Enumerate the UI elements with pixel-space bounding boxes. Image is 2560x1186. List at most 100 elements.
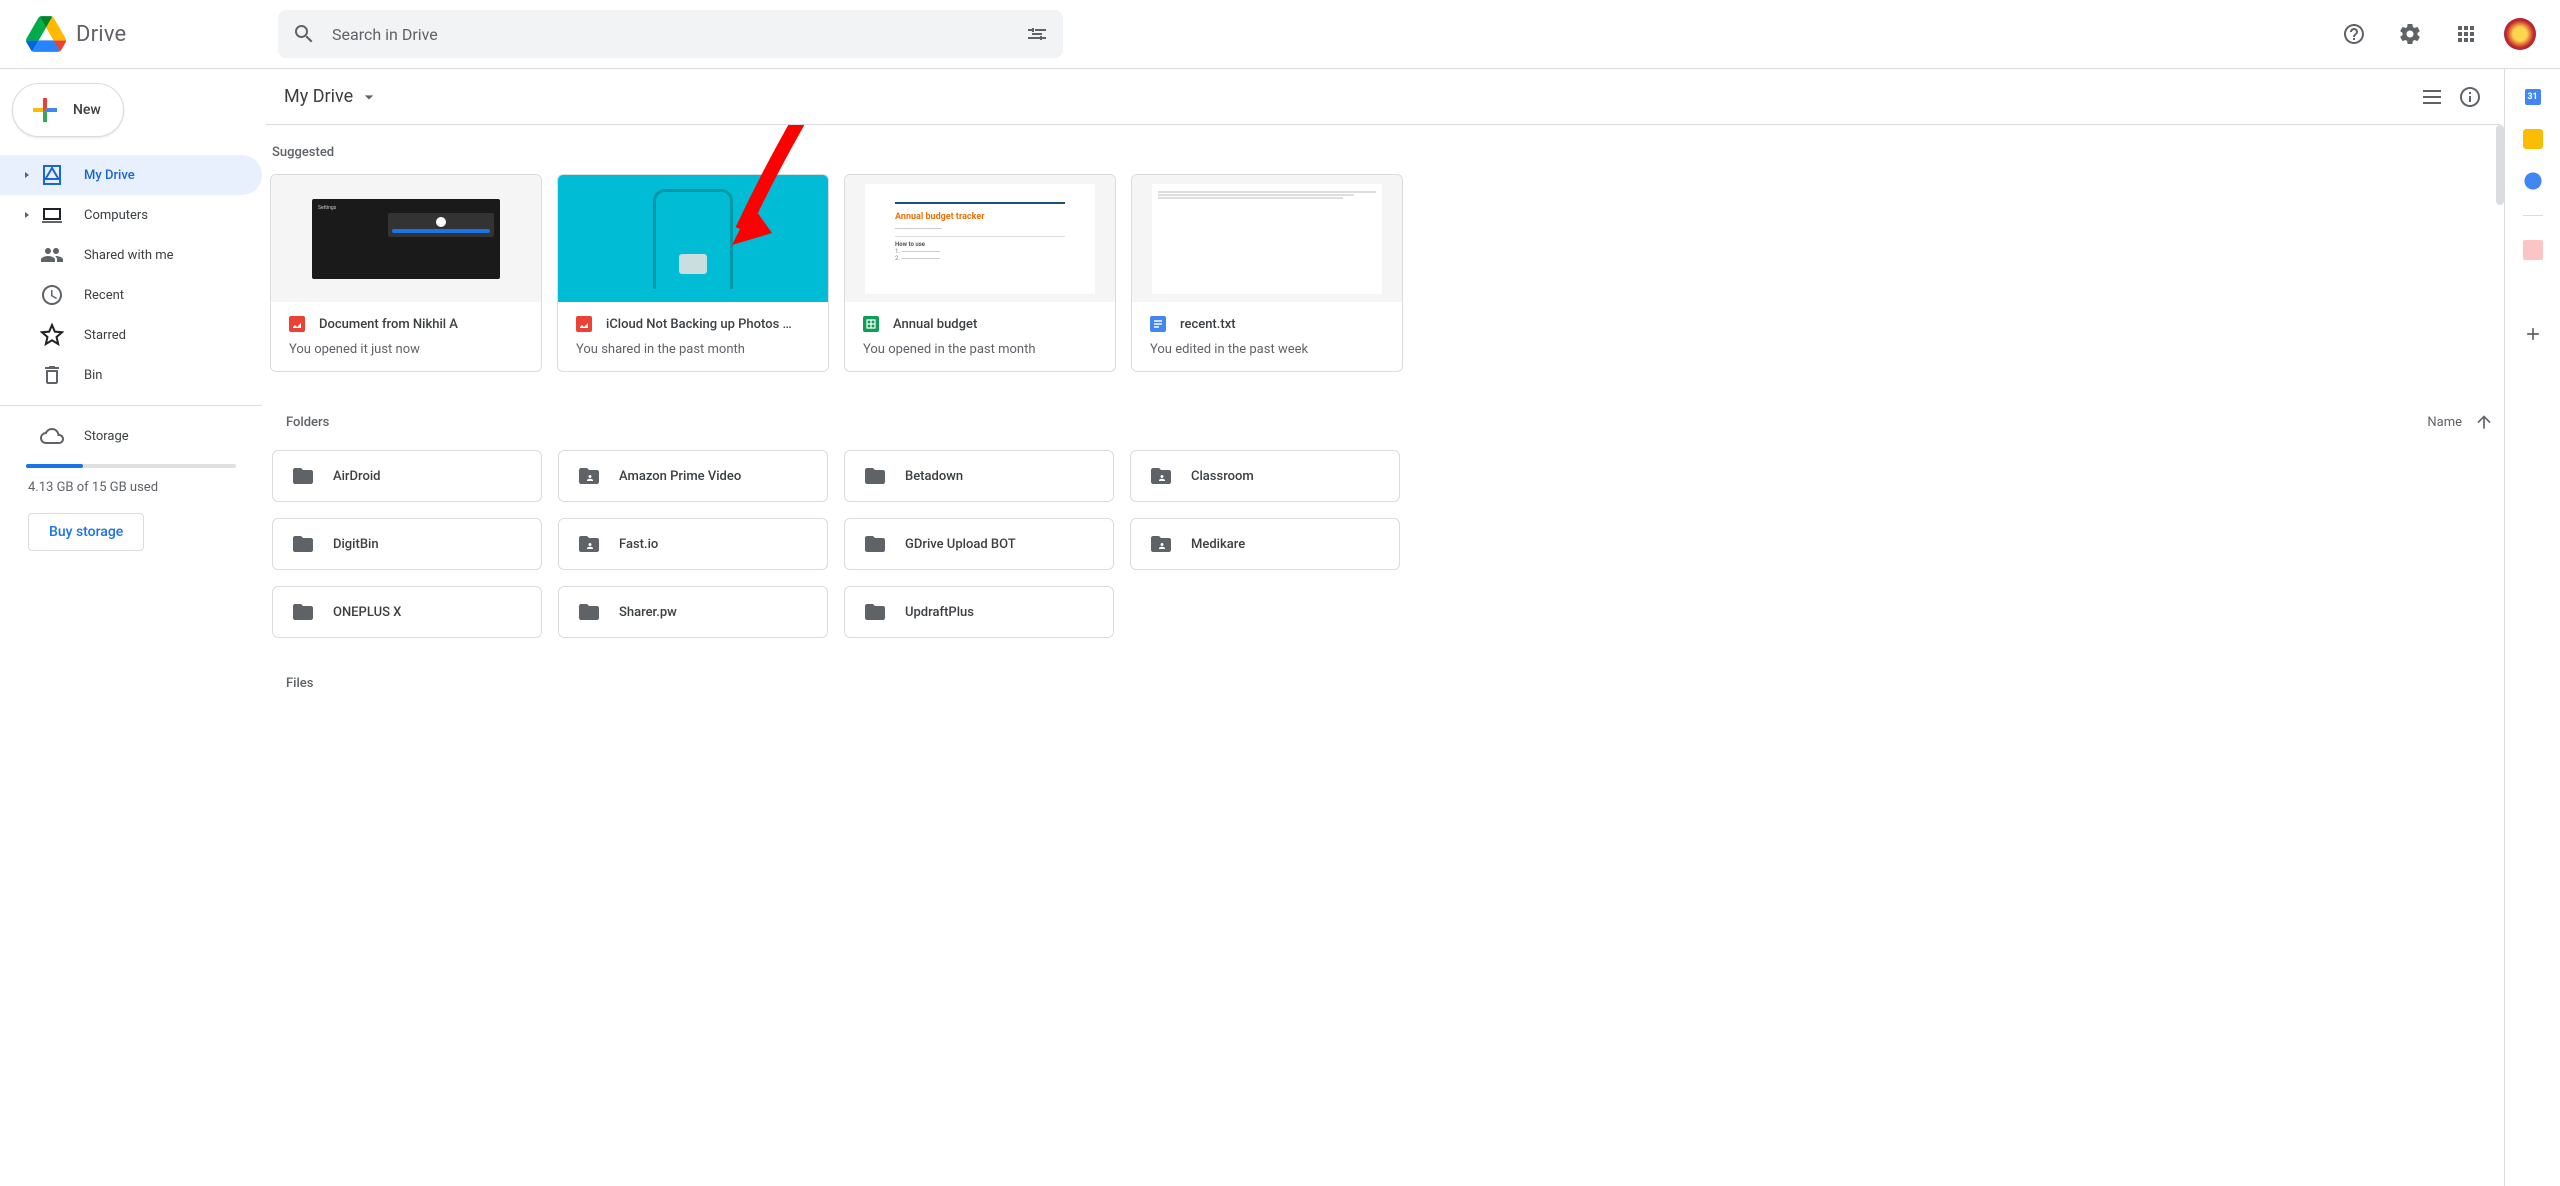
breadcrumb[interactable]: My Drive xyxy=(274,80,389,113)
suggested-title: iCloud Not Backing up Photos … xyxy=(606,317,792,332)
storage-used-text: 4.13 GB of 15 GB used xyxy=(28,480,262,495)
folder-item[interactable]: GDrive Upload BOT xyxy=(844,518,1114,570)
thumbnail: Annual budget tracker───────────How to u… xyxy=(845,175,1115,302)
nav-item-label: Starred xyxy=(84,328,126,343)
folder-name: Sharer.pw xyxy=(619,605,677,620)
shared-folder-icon xyxy=(1149,464,1173,488)
calendar-addon[interactable]: 31 xyxy=(2523,87,2543,107)
main-header: My Drive xyxy=(266,69,2500,125)
folder-item[interactable]: Medikare xyxy=(1130,518,1400,570)
folder-name: Medikare xyxy=(1191,537,1245,552)
nav-item-label: Bin xyxy=(84,368,102,383)
gear-icon xyxy=(2398,22,2422,46)
details-icon[interactable] xyxy=(2458,85,2482,109)
new-button[interactable]: New xyxy=(12,83,124,137)
nav-item-starred[interactable]: Starred xyxy=(0,315,262,355)
nav-item-my-drive[interactable]: My Drive xyxy=(0,155,262,195)
nav-item-label: Shared with me xyxy=(84,248,174,263)
suggested-card[interactable]: Settings Document from Nikhil AYou opene… xyxy=(270,174,542,372)
suggested-title: Document from Nikhil A xyxy=(319,317,458,332)
thumbnail xyxy=(1132,175,1402,302)
folder-icon xyxy=(577,600,601,624)
scrollbar[interactable] xyxy=(2496,125,2504,205)
shared-folder-icon xyxy=(1149,532,1173,556)
nav-storage[interactable]: Storage xyxy=(0,416,262,456)
suggested-title: recent.txt xyxy=(1180,317,1236,332)
folder-item[interactable]: DigitBin xyxy=(272,518,542,570)
search-input[interactable] xyxy=(332,25,1025,44)
suggested-title: Annual budget xyxy=(893,317,977,332)
folder-icon xyxy=(863,464,887,488)
suggested-subtitle: You opened in the past month xyxy=(863,342,1097,357)
shared-folder-icon xyxy=(577,532,601,556)
folder-item[interactable]: Sharer.pw xyxy=(558,586,828,638)
keep-addon[interactable] xyxy=(2523,129,2543,149)
folder-name: Fast.io xyxy=(619,537,658,552)
logo[interactable]: Drive xyxy=(16,14,278,54)
search-bar[interactable] xyxy=(278,10,1063,58)
suggested-card[interactable]: Annual budget tracker───────────How to u… xyxy=(844,174,1116,372)
search-options-icon[interactable] xyxy=(1025,22,1049,46)
nav-item-label: Recent xyxy=(84,288,124,303)
storage-bar xyxy=(26,464,236,468)
pdf-addon[interactable] xyxy=(2523,240,2543,260)
image-file-icon xyxy=(289,316,305,332)
list-view-icon[interactable] xyxy=(2420,85,2444,109)
header-actions xyxy=(2332,12,2536,56)
bin-icon xyxy=(40,363,64,387)
folder-item[interactable]: Fast.io xyxy=(558,518,828,570)
folder-item[interactable]: ONEPLUS X xyxy=(272,586,542,638)
sort-arrow-up-icon[interactable] xyxy=(2474,412,2494,432)
apps-grid-icon xyxy=(2454,22,2478,46)
docs-file-icon xyxy=(1150,316,1166,332)
plus-icon xyxy=(27,92,63,128)
content: Suggested Settings Document from Nikhil … xyxy=(262,125,2504,1186)
suggested-subtitle: You opened it just now xyxy=(289,342,523,357)
suggested-card[interactable]: iCloud Not Backing up Photos … You shared… xyxy=(557,174,829,372)
side-panel: 31 xyxy=(2504,69,2560,1186)
sort-label[interactable]: Name xyxy=(2427,415,2462,430)
new-button-label: New xyxy=(73,102,101,118)
nav-item-computers[interactable]: Computers xyxy=(0,195,262,235)
folder-item[interactable]: UpdraftPlus xyxy=(844,586,1114,638)
folder-icon xyxy=(291,532,315,556)
tasks-addon[interactable] xyxy=(2523,171,2543,191)
suggested-subtitle: You edited in the past week xyxy=(1150,342,1384,357)
folder-item[interactable]: Classroom xyxy=(1130,450,1400,502)
add-addon-icon[interactable] xyxy=(2523,324,2543,344)
app-name: Drive xyxy=(76,22,126,47)
settings-button[interactable] xyxy=(2388,12,2432,56)
folder-name: GDrive Upload BOT xyxy=(905,537,1016,552)
suggested-subtitle: You shared in the past month xyxy=(576,342,810,357)
folder-name: Amazon Prime Video xyxy=(619,469,741,484)
nav-item-bin[interactable]: Bin xyxy=(0,355,262,395)
folder-item[interactable]: Amazon Prime Video xyxy=(558,450,828,502)
search-icon xyxy=(292,22,316,46)
nav-item-recent[interactable]: Recent xyxy=(0,275,262,315)
folder-item[interactable]: AirDroid xyxy=(272,450,542,502)
suggested-card[interactable]: recent.txt You edited in the past week xyxy=(1131,174,1403,372)
buy-storage-button[interactable]: Buy storage xyxy=(28,513,144,551)
folder-icon xyxy=(863,532,887,556)
folder-name: ONEPLUS X xyxy=(333,605,401,620)
image-file-icon xyxy=(576,316,592,332)
help-button[interactable] xyxy=(2332,12,2376,56)
breadcrumb-label: My Drive xyxy=(284,86,353,107)
folder-item[interactable]: Betadown xyxy=(844,450,1114,502)
apps-button[interactable] xyxy=(2444,12,2488,56)
folder-icon xyxy=(863,600,887,624)
drive-icon xyxy=(40,163,64,187)
folder-icon xyxy=(291,464,315,488)
nav-item-shared-with-me[interactable]: Shared with me xyxy=(0,235,262,275)
nav-item-label: My Drive xyxy=(84,168,135,183)
thumbnail xyxy=(558,175,828,302)
shared-icon xyxy=(40,243,64,267)
star-icon xyxy=(40,323,64,347)
folders-heading: Folders xyxy=(286,415,329,430)
folder-icon xyxy=(291,600,315,624)
account-avatar[interactable] xyxy=(2504,18,2536,50)
suggested-heading: Suggested xyxy=(272,145,2496,160)
suggested-grid: Settings Document from Nikhil AYou opene… xyxy=(270,174,2496,372)
folders-header: Folders Name xyxy=(286,412,2494,432)
sidebar: New My Drive Computers Shared with me Recen… xyxy=(0,69,262,1186)
